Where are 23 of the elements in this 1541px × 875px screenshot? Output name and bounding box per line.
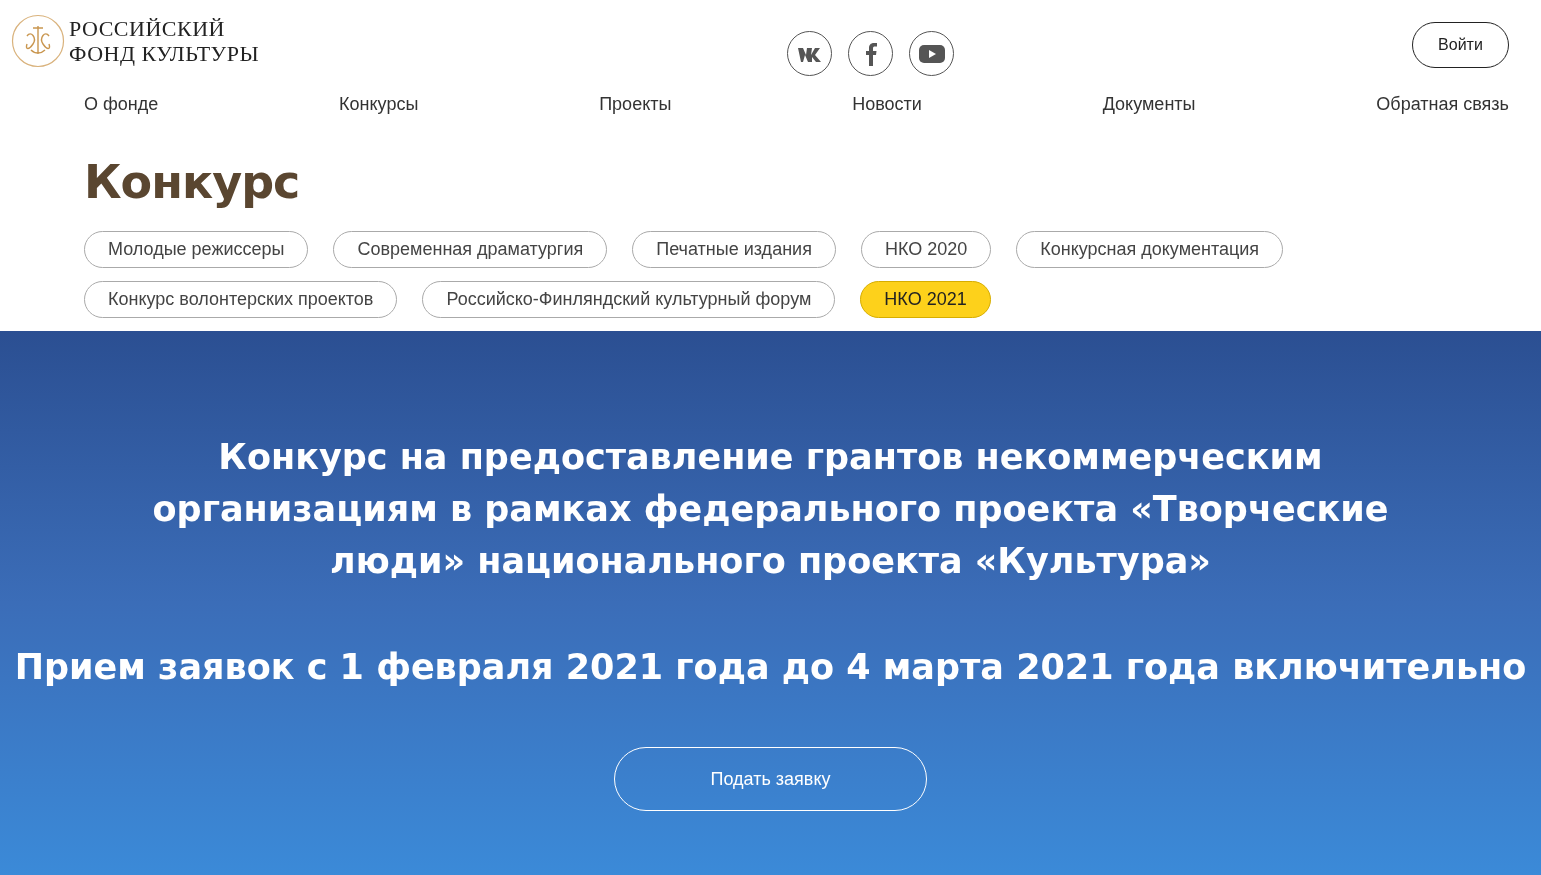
play-icon xyxy=(918,44,945,63)
category-tab[interactable]: Печатные издания xyxy=(632,231,836,268)
category-tab[interactable]: Молодые режиссеры xyxy=(84,231,309,268)
category-tab[interactable]: Конкурсная документация xyxy=(1016,231,1284,268)
vk-icon xyxy=(796,45,823,62)
logo-text[interactable]: ФОНД КУЛЬТУРЫ xyxy=(69,41,260,66)
category-tab[interactable]: НКО 2021 xyxy=(860,281,991,318)
nav-link[interactable]: Конкурсы xyxy=(339,94,419,115)
category-tab[interactable]: НКО 2020 xyxy=(860,231,992,268)
category-tab[interactable]: Конкурс волонтерских проектов xyxy=(84,281,398,318)
nav-link[interactable]: Обратная связь xyxy=(1376,94,1509,115)
category-tab[interactable]: Современная драматургия xyxy=(333,231,608,268)
hero-dates: Прием заявок с 1 февраля 2021 года до 4 марта 2021 года включительно xyxy=(14,647,1527,687)
nav-link[interactable]: О фонде xyxy=(84,94,159,115)
nav-link[interactable]: Документы xyxy=(1102,94,1196,115)
category-tab[interactable]: Российско-Финляндский культурный форум xyxy=(422,281,836,318)
hero-title: Конкурс на предоставление грантов некоммерческим организациям в рамках федерального проекта «Творческие люди» национального проекта «Культура» xyxy=(151,436,1390,583)
facebook-icon xyxy=(864,41,877,66)
nav-link[interactable]: Проекты xyxy=(599,94,672,115)
login-button[interactable]: Войти xyxy=(1412,22,1509,68)
page-title: Конкурс xyxy=(84,155,301,209)
logo-text[interactable]: РОССИЙСКИЙ xyxy=(69,16,260,41)
nav-link[interactable]: Новости xyxy=(852,94,922,115)
